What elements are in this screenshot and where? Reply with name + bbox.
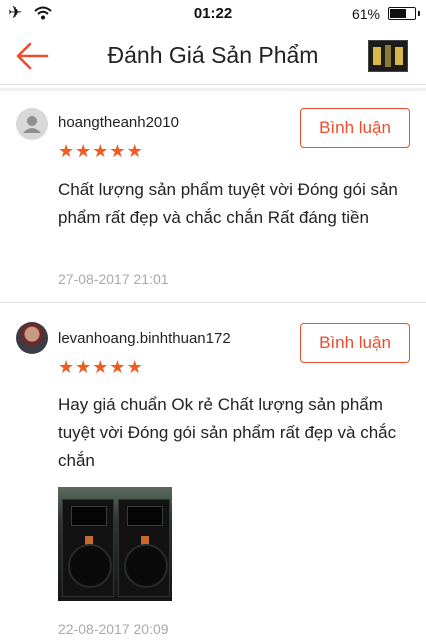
star-icon: ★: [109, 357, 126, 377]
avatar: [16, 322, 48, 354]
review-date: 27-08-2017 21:01: [58, 271, 169, 287]
comment-button[interactable]: Bình luận: [300, 323, 410, 363]
star-icon: ★: [58, 357, 75, 377]
back-arrow-icon[interactable]: [14, 40, 50, 72]
star-icon: ★: [126, 357, 143, 377]
review-username: levanhoang.binhthuan172: [58, 330, 231, 347]
status-bar: ✈ 01:22 61%: [0, 0, 426, 28]
review-comment: Hay giá chuẩn Ok rẻ Chất lượng sản phẩm …: [58, 395, 397, 470]
star-icon: ★: [58, 141, 75, 161]
star-icon: ★: [92, 141, 109, 161]
review-date: 22-08-2017 20:09: [58, 621, 169, 637]
star-icon: ★: [75, 141, 92, 161]
user-placeholder-icon: [23, 116, 41, 133]
avatar: [16, 108, 48, 140]
header-divider: [0, 88, 426, 91]
rating-stars: ★★★★★: [58, 142, 144, 162]
star-icon: ★: [109, 141, 126, 161]
app-header: Đánh Giá Sản Phẩm: [0, 28, 426, 85]
star-icon: ★: [75, 357, 92, 377]
page-title: Đánh Giá Sản Phẩm: [107, 42, 319, 68]
review-photo[interactable]: [58, 487, 172, 601]
star-icon: ★: [92, 357, 109, 377]
rating-stars: ★★★★★: [58, 358, 144, 378]
battery-percentage: 61%: [351, 6, 380, 22]
review-comment: Chất lượng sản phẩm tuyệt vời Đóng gói s…: [58, 180, 398, 227]
review-item: hoangtheanh2010 ★★★★★ Bình luận Chất lượ…: [0, 92, 426, 302]
product-thumbnail[interactable]: [368, 40, 408, 72]
review-item: levanhoang.binhthuan172 ★★★★★ Bình luận …: [0, 302, 426, 641]
comment-button[interactable]: Bình luận: [300, 108, 410, 148]
review-username: hoangtheanh2010: [58, 114, 179, 131]
star-icon: ★: [126, 141, 143, 161]
battery-icon: [388, 7, 420, 20]
